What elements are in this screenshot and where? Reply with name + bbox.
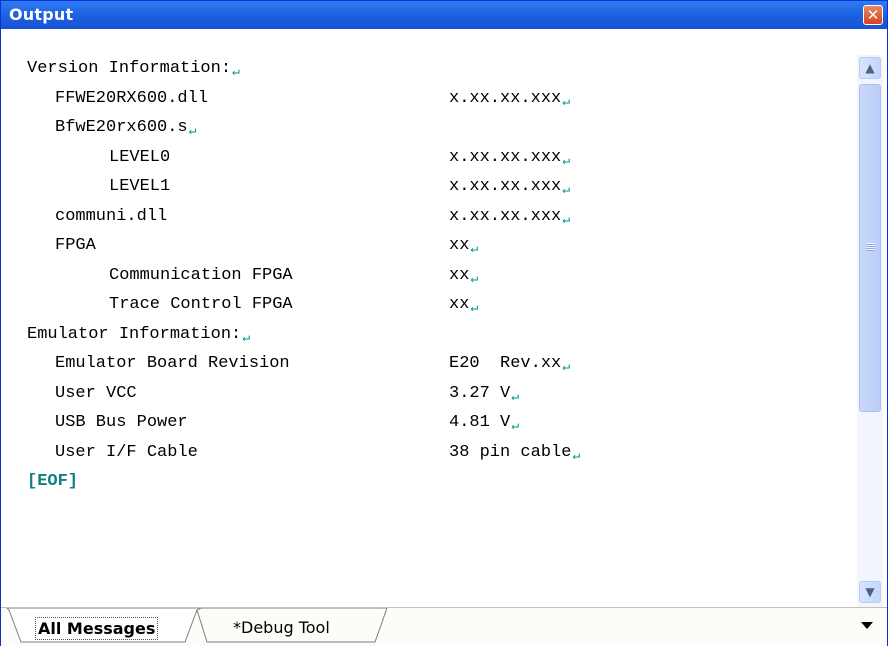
output-line-label-text: Version Information: [27,59,232,78]
output-line-label-text: User I/F Cable [55,442,198,462]
output-line: LEVEL0 x.xx.xx.xxx↵ [27,148,570,178]
newline-icon: ↵ [242,329,251,345]
output-line: LEVEL1 x.xx.xx.xxx↵ [27,177,570,207]
output-line-label-text: FPGA [55,236,96,255]
newline-icon: ↵ [562,93,571,109]
output-line: Emulator Information:↵ [27,325,250,355]
output-line-value-text: 4.81 V [449,413,511,432]
window-title: Output [9,5,74,24]
output-line-label-text: Emulator Board Revision [55,354,290,373]
title-bar[interactable]: Output ✕ [1,1,887,29]
output-line-label-text: Emulator Information: [27,324,242,344]
output-line-value-text: x.xx.xx.xxx [449,88,562,108]
output-line-value-text: x.xx.xx.xxx [449,206,562,226]
output-line-label: FFWE20RX600.dll [55,89,208,108]
output-line-value-text: x.xx.xx.xxx [449,177,562,196]
newline-icon: ↵ [232,64,240,79]
tab-debug-tool-label: *Debug Tool [233,618,330,637]
output-line-label: LEVEL1 [109,177,170,196]
newline-icon: ↵ [188,123,197,138]
scroll-thumb[interactable] [859,84,881,412]
output-line-label-text: USB Bus Power [55,413,188,432]
output-line: Emulator Board Revision E20 Rev.xx↵ [27,354,570,384]
output-line-label: Communication FPGA [109,266,293,285]
output-line-value: xx↵ [449,236,479,256]
output-line-value: E20 Rev.xx↵ [449,354,571,374]
output-line-value: xx↵ [449,295,479,315]
output-line-label: FPGA [55,236,96,255]
grip-icon [866,243,875,251]
output-line-label-text: User VCC [55,383,137,403]
output-line: FFWE20RX600.dll x.xx.xx.xxx↵ [27,89,570,119]
output-line: User VCC 3.27 V↵ [27,384,519,414]
output-line-value-text: E20 Rev.xx [449,354,562,373]
close-button[interactable]: ✕ [863,5,883,25]
output-line-label: Emulator Information:↵ [27,324,251,345]
output-line-value-text: 3.27 V [449,383,511,403]
output-line-value: 4.81 V↵ [449,413,520,433]
newline-icon: ↵ [470,300,479,315]
output-line-label: USB Bus Power [55,413,188,432]
output-line: User I/F Cable 38 pin cable↵ [27,443,580,473]
output-line: communi.dll x.xx.xx.xxx↵ [27,207,570,237]
output-line-value-text: xx [449,236,470,255]
output-line: Version Information:↵ [27,59,240,89]
output-line: BfwE20rx600.s↵ [27,118,196,148]
newline-icon: ↵ [562,211,571,227]
scroll-down-button[interactable]: ▼ [859,581,881,603]
newline-icon: ↵ [562,152,571,168]
vertical-scrollbar[interactable]: ▲ ▼ [857,55,883,607]
newline-icon: ↵ [470,270,479,286]
newline-icon: ↵ [562,359,571,374]
newline-icon: ↵ [562,182,571,197]
output-window: Output ✕ Version Information:↵ FFWE20RX60… [0,0,888,646]
output-line-label: Emulator Board Revision [55,354,290,373]
output-line-value: x.xx.xx.xxx↵ [449,206,571,227]
output-line-value-text: 38 pin cable [449,442,572,462]
scroll-up-button[interactable]: ▲ [859,57,881,79]
output-line-label-text: Trace Control FPGA [109,295,293,314]
output-line-label: Version Information:↵ [27,59,240,79]
chevron-down-icon[interactable] [861,622,873,629]
output-line-label: BfwE20rx600.s↵ [55,118,197,138]
tab-bar: All Messages *Debug Tool [1,607,887,646]
output-line-label-text: Communication FPGA [109,265,293,285]
newline-icon: ↵ [470,241,479,256]
newline-icon: ↵ [511,418,520,433]
newline-icon: ↵ [511,388,520,404]
eof-marker: [EOF] [27,472,79,491]
tab-all-messages[interactable]: All Messages [7,612,203,642]
output-line-label-text: LEVEL0 [109,147,171,167]
output-line-label-text: LEVEL1 [109,177,171,196]
output-line-value-text: x.xx.xx.xxx [449,147,562,167]
output-line-value: x.xx.xx.xxx↵ [449,147,571,168]
output-line-label: User I/F Cable [55,443,198,462]
tab-all-messages-label: All Messages [35,617,159,640]
output-line-label: LEVEL0 [109,148,170,167]
output-line-value-text: xx [449,265,470,285]
output-lines: Version Information:↵ FFWE20RX600.dll x.xx… [27,59,580,502]
output-line-label-text: BfwE20rx600.s [55,118,188,137]
output-line: USB Bus Power 4.81 V↵ [27,413,519,443]
output-line: FPGA xx↵ [27,236,478,266]
output-line-label: communi.dll [55,207,167,226]
output-line-label: User VCC [55,384,137,403]
output-line-value-text: xx [449,295,470,314]
output-line-label-text: communi.dll [55,206,168,226]
output-line-value: x.xx.xx.xxx↵ [449,177,571,197]
output-line: Communication FPGA xx↵ [27,266,478,296]
newline-icon: ↵ [572,447,581,463]
output-line-value: xx↵ [449,265,479,286]
output-line-label-text: FFWE20RX600.dll [55,88,209,108]
output-line-value: 3.27 V↵ [449,383,520,404]
output-line-value: x.xx.xx.xxx↵ [449,88,571,109]
output-line-value: 38 pin cable↵ [449,442,581,463]
output-line: Trace Control FPGA xx↵ [27,295,478,325]
tab-debug-tool[interactable]: *Debug Tool [197,612,387,642]
output-line-label: Trace Control FPGA [109,295,293,314]
output-text-area[interactable]: Version Information:↵ FFWE20RX600.dll x.xx… [9,29,855,607]
